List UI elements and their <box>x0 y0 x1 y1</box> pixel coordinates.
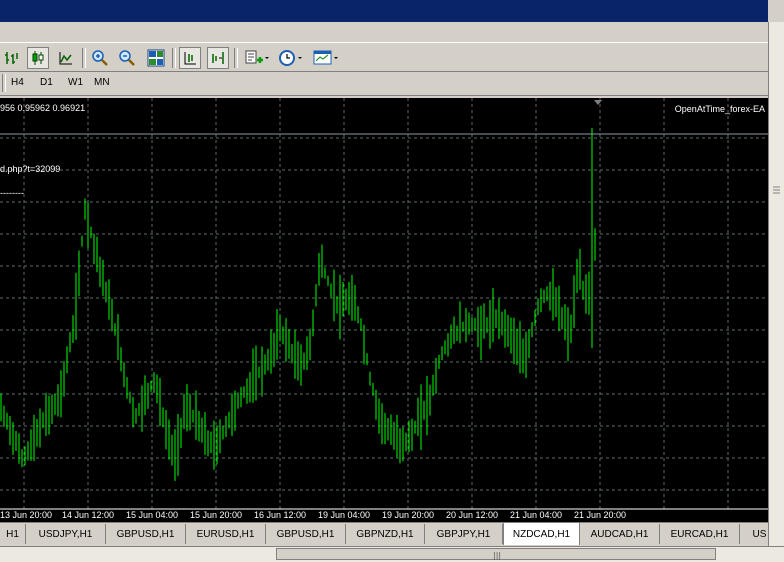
time-axis-labels: 13 Jun 20:00 14 Jun 12:00 15 Jun 04:00 15 J… <box>0 510 626 520</box>
chart-tab-us[interactable]: US <box>740 524 768 544</box>
periods-icon[interactable] <box>276 47 306 69</box>
toolbar-separator <box>2 74 6 92</box>
period-d1-button[interactable]: D1 <box>40 77 53 88</box>
time-axis-label: 20 Jun 12:00 <box>446 510 498 520</box>
autoscroll-icon[interactable] <box>207 47 229 69</box>
zoom-in-icon[interactable] <box>89 47 111 69</box>
vertical-scrollbar[interactable] <box>768 22 784 546</box>
time-axis-label: 15 Jun 04:00 <box>126 510 178 520</box>
chart-comment-link: d.php?t=32099 <box>0 164 60 174</box>
price-chart[interactable]: 956 0.95962 0.96921 OpenAtTime_forex-EA … <box>0 98 768 522</box>
price-bars <box>0 128 596 481</box>
chart-grid <box>0 98 768 509</box>
time-axis-label: 21 Jun 04:00 <box>510 510 562 520</box>
horizontal-scrollbar[interactable]: ||| <box>0 546 784 562</box>
scroll-grip-icon: ||| <box>493 551 502 560</box>
toolbar-separator <box>82 48 86 68</box>
chart-comment-dots: -------- <box>0 188 24 198</box>
time-axis-label: 14 Jun 12:00 <box>62 510 114 520</box>
period-h4-button[interactable]: H4 <box>11 77 24 88</box>
line-chart-icon[interactable] <box>55 47 77 69</box>
chart-tab-h1[interactable]: H1 <box>0 524 26 544</box>
zoom-out-icon[interactable] <box>116 47 138 69</box>
chart-tab-gbpnzd-h1[interactable]: GBPNZD,H1 <box>346 524 425 544</box>
period-toolbar: H4 D1 W1 MN <box>0 72 768 96</box>
ohlc-readout: 956 0.95962 0.96921 <box>0 103 85 113</box>
chart-tab-gbpjpy-h1[interactable]: GBPJPY,H1 <box>425 524 503 544</box>
period-mn-button[interactable]: MN <box>94 77 110 88</box>
toolbar-separator <box>234 48 238 68</box>
chart-tab-nzdcad-h1[interactable]: NZDCAD,H1 <box>503 523 580 545</box>
time-axis-label: 16 Jun 12:00 <box>254 510 306 520</box>
time-axis-label: 15 Jun 20:00 <box>190 510 242 520</box>
horizontal-scroll-thumb[interactable]: ||| <box>276 548 716 560</box>
window-title-bar <box>0 0 768 22</box>
chart-shift-marker[interactable] <box>594 100 602 105</box>
chart-tab-gbpusd-h1[interactable]: GBPUSD,H1 <box>106 524 186 544</box>
vertical-scroll-grip-icon <box>773 186 780 194</box>
bar-chart-icon[interactable] <box>1 47 23 69</box>
templates-icon[interactable] <box>312 47 342 69</box>
chart-tab-usdjpy-h1[interactable]: USDJPY,H1 <box>26 524 106 544</box>
chart-tab-eurusd-h1[interactable]: EURUSD,H1 <box>186 524 266 544</box>
indicators-icon[interactable] <box>243 47 271 69</box>
period-w1-button[interactable]: W1 <box>68 77 83 88</box>
toolbar-separator <box>172 48 176 68</box>
time-axis-label: 13 Jun 20:00 <box>0 510 52 520</box>
chart-shift-icon[interactable] <box>179 47 201 69</box>
time-axis-label: 19 Jun 04:00 <box>318 510 370 520</box>
time-axis-label: 21 Jun 20:00 <box>574 510 626 520</box>
chart-toolbar <box>0 42 768 72</box>
chart-tab-audcad-h1[interactable]: AUDCAD,H1 <box>580 524 660 544</box>
chart-window-tabs: H1 USDJPY,H1 GBPUSD,H1 EURUSD,H1 GBPUSD,H1 GB… <box>0 522 768 546</box>
chart-tab-eurcad-h1[interactable]: EURCAD,H1 <box>660 524 740 544</box>
candlestick-icon[interactable] <box>27 47 49 69</box>
tile-windows-icon[interactable] <box>145 47 167 69</box>
chart-tab-gbpusd-h1[interactable]: GBPUSD,H1 <box>266 524 346 544</box>
expert-advisor-label: OpenAtTime_forex-EA <box>675 104 765 114</box>
menu-area <box>0 22 784 42</box>
time-axis-label: 19 Jun 20:00 <box>382 510 434 520</box>
